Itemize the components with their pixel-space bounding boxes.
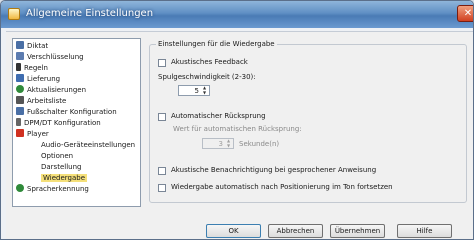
dictation-icon <box>16 41 24 49</box>
apply-button[interactable]: Übernehmen <box>330 224 385 238</box>
delivery-icon <box>16 74 24 82</box>
auto-rewind-value-label: Wert für automatischen Rücksprung: <box>173 125 302 133</box>
help-button[interactable]: Hilfe <box>397 224 452 238</box>
tree-item-wiedergabe[interactable]: Wiedergabe <box>41 173 88 184</box>
tree-item-regeln[interactable]: Regeln <box>16 63 48 74</box>
dialog-body: Diktat Verschlüsselung Regeln Lieferung … <box>6 31 473 239</box>
auto-rewind-checkbox[interactable] <box>158 113 166 121</box>
auto-continue-label: Wiedergabe automatisch nach Positionieru… <box>171 183 393 191</box>
spinner-arrows-icon[interactable]: ▲ ▼ <box>201 85 208 95</box>
tree-item-audio-geraete[interactable]: Audio-Geräteeinstellungen <box>41 140 135 151</box>
encryption-icon <box>16 52 24 60</box>
tree-item-lieferung[interactable]: Lieferung <box>16 74 60 85</box>
auto-continue-checkbox[interactable] <box>158 184 166 192</box>
title-bar[interactable]: Allgemeine Einstellungen ✕ <box>1 1 473 28</box>
spinner-arrows-icon[interactable]: ▲ ▼ <box>225 138 232 148</box>
rules-icon <box>16 63 21 71</box>
acoustic-notify-label: Akustische Benachrichtigung bei gesproch… <box>171 166 377 174</box>
tree-item-fussschalter[interactable]: Fußschalter Konfiguration <box>16 107 117 118</box>
group-title: Einstellungen für die Wiedergabe <box>156 40 277 48</box>
tree-item-spracherkennung[interactable]: Spracherkennung <box>16 184 89 195</box>
app-icon <box>8 8 20 20</box>
tree-item-dpm-dt[interactable]: DPM/DT Konfiguration <box>16 118 101 129</box>
tree-item-player[interactable]: Player <box>16 129 49 140</box>
auto-rewind-label: Automatischer Rücksprung <box>171 112 266 120</box>
dpm-icon <box>16 118 21 126</box>
tree-item-aktualisierungen[interactable]: Aktualisierungen <box>16 85 86 96</box>
updates-icon <box>16 85 24 93</box>
acoustic-feedback-checkbox[interactable] <box>158 59 166 67</box>
tree-item-optionen[interactable]: Optionen <box>41 151 73 162</box>
player-icon <box>16 129 24 137</box>
settings-tree: Diktat Verschlüsselung Regeln Lieferung … <box>12 38 141 207</box>
tree-item-arbeitsliste[interactable]: Arbeitsliste <box>16 96 66 107</box>
speech-recognition-icon <box>16 184 24 192</box>
acoustic-feedback-label: Akustisches Feedback <box>171 58 248 66</box>
auto-rewind-stepper[interactable]: 3 ▲ ▼ <box>202 138 234 149</box>
tree-item-darstellung[interactable]: Darstellung <box>41 162 81 173</box>
seconds-label: Sekunde(n) <box>239 140 280 148</box>
spool-speed-label: Spulgeschwindigkeit (2-30): <box>158 73 256 81</box>
spool-speed-stepper[interactable]: 5 ▲ ▼ <box>178 85 210 96</box>
close-button[interactable]: ✕ <box>457 5 473 22</box>
footswitch-icon <box>16 107 24 115</box>
ok-button[interactable]: OK <box>206 224 261 238</box>
tree-item-verschluesselung[interactable]: Verschlüsselung <box>16 52 84 63</box>
window-title: Allgemeine Einstellungen <box>26 8 154 19</box>
auto-rewind-value: 3 <box>218 140 223 148</box>
acoustic-notify-checkbox[interactable] <box>158 167 166 175</box>
worklist-icon <box>16 96 24 104</box>
cancel-button[interactable]: Abbrechen <box>268 224 323 238</box>
spool-speed-value: 5 <box>194 87 199 95</box>
playback-settings-group <box>149 44 467 203</box>
tree-item-diktat[interactable]: Diktat <box>16 41 48 52</box>
settings-window: Allgemeine Einstellungen ✕ Diktat Versch… <box>0 0 474 240</box>
